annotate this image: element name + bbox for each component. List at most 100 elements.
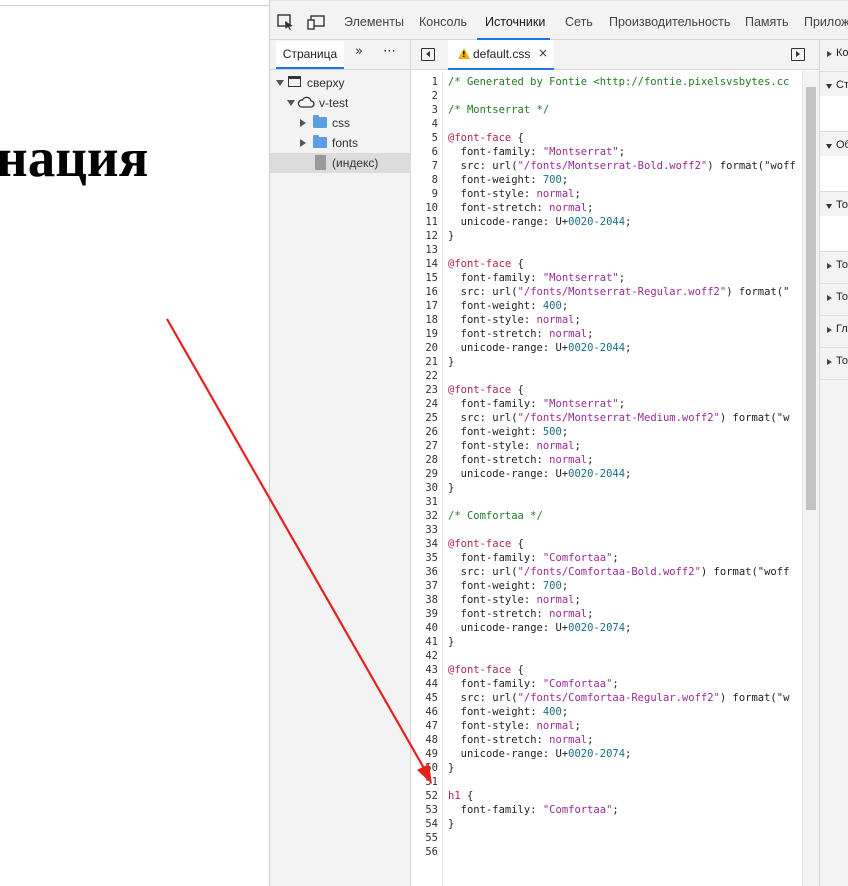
- chevron-down-icon[interactable]: [826, 144, 832, 149]
- line-number[interactable]: 30: [411, 481, 438, 495]
- line-number[interactable]: 33: [411, 523, 438, 537]
- line-number[interactable]: 23: [411, 383, 438, 397]
- inspect-element-icon[interactable]: [277, 14, 295, 30]
- tab-performance[interactable]: Производительность: [609, 15, 730, 29]
- line-number[interactable]: 2: [411, 89, 438, 103]
- line-number[interactable]: 31: [411, 495, 438, 509]
- chevron-right-icon[interactable]: [827, 263, 832, 269]
- file-tab[interactable]: ! default.css ×: [448, 40, 554, 70]
- tab-elements[interactable]: Элементы: [344, 15, 404, 29]
- chevron-right-icon[interactable]: [827, 295, 832, 301]
- line-number[interactable]: 17: [411, 299, 438, 313]
- line-number[interactable]: 24: [411, 397, 438, 411]
- line-number[interactable]: 25: [411, 411, 438, 425]
- chevron-right-icon[interactable]: [827, 327, 832, 333]
- line-number[interactable]: 5: [411, 131, 438, 145]
- tree-item-v-test[interactable]: v-test: [270, 93, 411, 113]
- line-number[interactable]: 39: [411, 607, 438, 621]
- line-number[interactable]: 27: [411, 439, 438, 453]
- expand-arrow-icon[interactable]: [276, 80, 284, 86]
- sidebar-section[interactable]: Гл: [820, 316, 848, 348]
- tab-application[interactable]: Прилож: [804, 15, 848, 29]
- tree-item-fonts[interactable]: fonts: [270, 133, 411, 153]
- line-number[interactable]: 1: [411, 75, 438, 89]
- line-number[interactable]: 13: [411, 243, 438, 257]
- line-number[interactable]: 45: [411, 691, 438, 705]
- line-number[interactable]: 35: [411, 551, 438, 565]
- chevron-right-icon[interactable]: [827, 359, 832, 365]
- device-toggle-icon[interactable]: [307, 14, 325, 30]
- line-number[interactable]: 48: [411, 733, 438, 747]
- line-number[interactable]: 47: [411, 719, 438, 733]
- line-number[interactable]: 18: [411, 313, 438, 327]
- line-number[interactable]: 6: [411, 145, 438, 159]
- tree-item-top[interactable]: сверху: [270, 73, 411, 93]
- devtools-panel: Элементы Консоль Источники Сеть Производ…: [269, 0, 848, 886]
- tree-item-index[interactable]: (индекс): [270, 153, 411, 173]
- sidebar-section[interactable]: Ст: [820, 72, 848, 132]
- line-number[interactable]: 49: [411, 747, 438, 761]
- line-number[interactable]: 38: [411, 593, 438, 607]
- line-number[interactable]: 43: [411, 663, 438, 677]
- line-number[interactable]: 46: [411, 705, 438, 719]
- tab-console[interactable]: Консоль: [419, 15, 467, 29]
- line-number[interactable]: 4: [411, 117, 438, 131]
- line-number[interactable]: 52: [411, 789, 438, 803]
- line-number[interactable]: 55: [411, 831, 438, 845]
- line-number[interactable]: 11: [411, 215, 438, 229]
- sidebar-section[interactable]: То: [820, 252, 848, 284]
- collapse-arrow-icon[interactable]: [300, 119, 306, 127]
- toggle-navigator-icon[interactable]: [421, 48, 435, 61]
- sidebar-section[interactable]: Об: [820, 132, 848, 192]
- line-number[interactable]: 10: [411, 201, 438, 215]
- line-number[interactable]: 3: [411, 103, 438, 117]
- line-number[interactable]: 22: [411, 369, 438, 383]
- tab-sources[interactable]: Источники: [485, 15, 545, 29]
- chevron-right-icon[interactable]: [827, 51, 832, 57]
- line-number[interactable]: 51: [411, 775, 438, 789]
- tab-memory[interactable]: Память: [745, 15, 789, 29]
- line-number[interactable]: 34: [411, 537, 438, 551]
- line-number[interactable]: 29: [411, 467, 438, 481]
- line-number[interactable]: 19: [411, 327, 438, 341]
- tab-page[interactable]: Страница: [276, 41, 344, 69]
- sidebar-section[interactable]: То: [820, 348, 848, 380]
- scrollbar-thumb[interactable]: [806, 87, 816, 510]
- line-number[interactable]: 36: [411, 565, 438, 579]
- line-number[interactable]: 12: [411, 229, 438, 243]
- line-number[interactable]: 15: [411, 271, 438, 285]
- more-tabs-button[interactable]: »: [355, 44, 363, 59]
- line-number[interactable]: 50: [411, 761, 438, 775]
- line-number[interactable]: 14: [411, 257, 438, 271]
- sidebar-section[interactable]: То: [820, 192, 848, 252]
- toggle-debugger-icon[interactable]: [791, 48, 805, 61]
- line-number[interactable]: 41: [411, 635, 438, 649]
- line-number[interactable]: 40: [411, 621, 438, 635]
- line-number[interactable]: 44: [411, 677, 438, 691]
- line-number[interactable]: 37: [411, 579, 438, 593]
- line-number[interactable]: 8: [411, 173, 438, 187]
- close-tab-icon[interactable]: ×: [538, 46, 548, 60]
- line-number[interactable]: 21: [411, 355, 438, 369]
- line-number[interactable]: 54: [411, 817, 438, 831]
- code-area[interactable]: 1 2 3 4 5 6 7 8 9 10 11 12 13 14 15 16 17 18 19 20 21 22 23 24 2…: [411, 71, 819, 886]
- line-number[interactable]: 28: [411, 453, 438, 467]
- chevron-down-icon[interactable]: [826, 204, 832, 209]
- navigator-menu-button[interactable]: ⋯: [383, 44, 396, 59]
- line-number[interactable]: 16: [411, 285, 438, 299]
- chevron-down-icon[interactable]: [826, 84, 832, 89]
- line-number[interactable]: 26: [411, 425, 438, 439]
- line-number[interactable]: 20: [411, 341, 438, 355]
- tab-network[interactable]: Сеть: [565, 15, 593, 29]
- line-number[interactable]: 56: [411, 845, 438, 859]
- sidebar-section[interactable]: То: [820, 284, 848, 316]
- line-number[interactable]: 9: [411, 187, 438, 201]
- line-number[interactable]: 42: [411, 649, 438, 663]
- line-number[interactable]: 7: [411, 159, 438, 173]
- tree-item-css[interactable]: css: [270, 113, 411, 133]
- line-number[interactable]: 32: [411, 509, 438, 523]
- expand-arrow-icon[interactable]: [287, 100, 295, 106]
- collapse-arrow-icon[interactable]: [300, 139, 306, 147]
- sidebar-section[interactable]: Ко: [820, 40, 848, 72]
- line-number[interactable]: 53: [411, 803, 438, 817]
